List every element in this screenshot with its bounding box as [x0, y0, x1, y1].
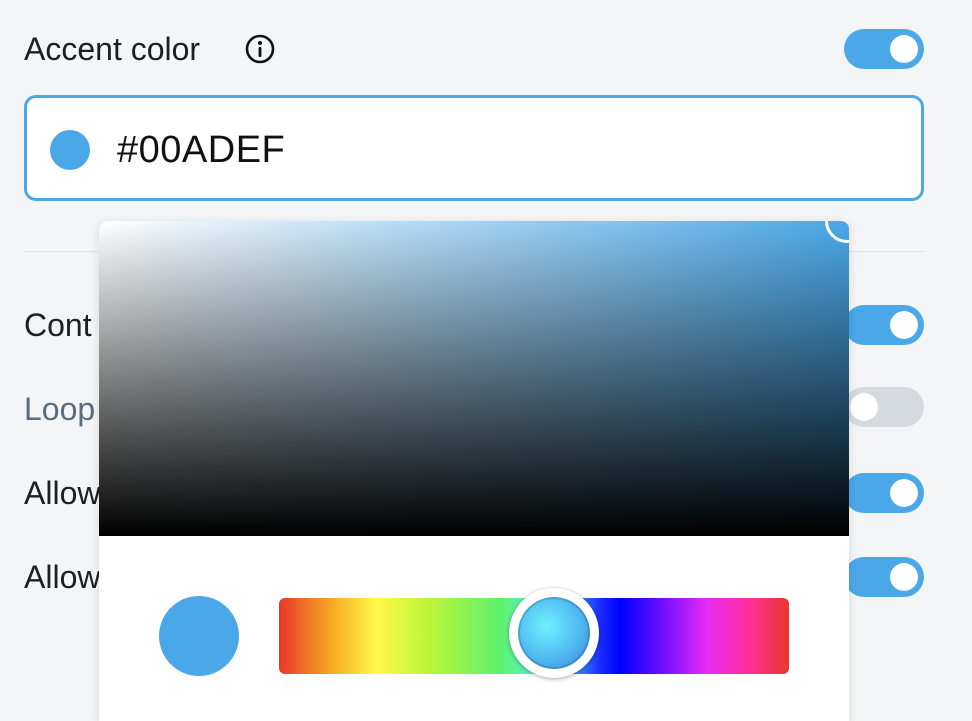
toggle-knob: [850, 393, 878, 421]
color-swatch[interactable]: [50, 130, 90, 170]
accent-color-label: Accent color: [24, 31, 201, 67]
color-picker-popover: [99, 221, 849, 721]
setting-label-allow-2: Allow: [24, 559, 101, 595]
saturation-value-area[interactable]: [99, 221, 849, 536]
color-preview: [159, 596, 239, 676]
setting-toggle-1[interactable]: [844, 305, 924, 345]
toggle-knob: [890, 563, 918, 591]
setting-label-loop: Loop: [24, 391, 96, 427]
setting-toggle-2[interactable]: [844, 387, 924, 427]
setting-label-allow-1: Allow: [24, 475, 101, 511]
setting-toggle-3[interactable]: [844, 473, 924, 513]
color-hex-input[interactable]: #00ADEF: [24, 95, 924, 201]
accent-color-toggle[interactable]: [844, 29, 924, 69]
setting-toggle-4[interactable]: [844, 557, 924, 597]
color-hex-value: #00ADEF: [117, 129, 286, 171]
hue-handle-color: [518, 597, 590, 669]
hue-slider-handle[interactable]: [509, 588, 599, 678]
info-icon[interactable]: [244, 33, 276, 65]
toggle-knob: [890, 479, 918, 507]
toggle-knob: [890, 311, 918, 339]
value-gradient: [99, 221, 849, 536]
toggle-knob: [890, 35, 918, 63]
hue-slider[interactable]: [279, 588, 789, 678]
setting-label-continuous: Cont: [24, 307, 92, 343]
